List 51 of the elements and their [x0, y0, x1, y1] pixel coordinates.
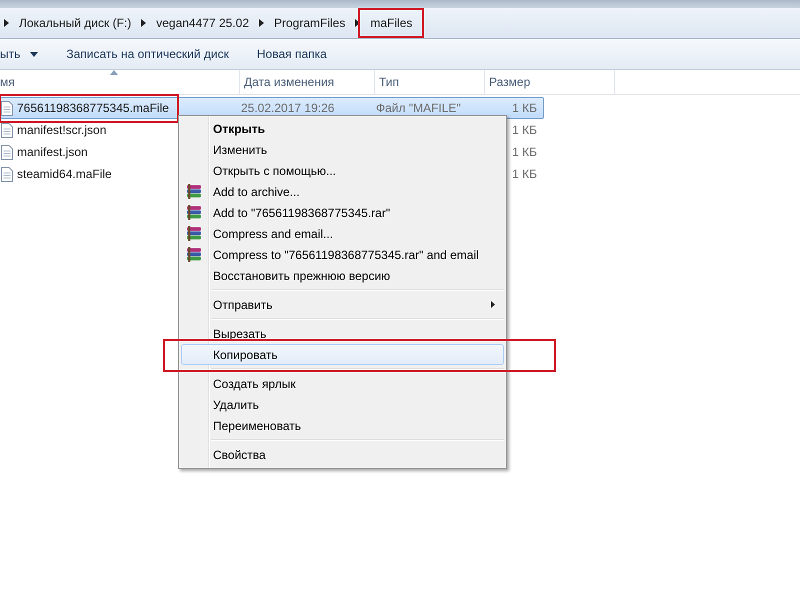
- breadcrumb[interactable]: maFiles: [368, 12, 414, 34]
- file-type: Файл "MAFILE": [376, 101, 462, 115]
- toolbar-button[interactable]: Новая папка: [256, 43, 327, 65]
- books-icon: [186, 205, 202, 220]
- toolbar-button[interactable]: Записать на оптический диск: [66, 43, 229, 65]
- file-icon: [1, 100, 13, 116]
- menu-item[interactable]: Переименовать: [181, 415, 504, 436]
- address-bar[interactable]: Локальный диск (F:) vegan4477 25.02 ProgramFiles maFiles: [0, 8, 800, 39]
- menu-item[interactable]: Вырезать: [181, 323, 504, 344]
- chevron-icon: [141, 19, 146, 27]
- menu-item[interactable]: Изменить: [181, 139, 504, 160]
- menu-item[interactable]: Удалить: [181, 394, 504, 415]
- file-size: 1 КБ: [511, 167, 538, 181]
- books-icon: [186, 247, 202, 262]
- toolbar-button[interactable]: ыть: [0, 43, 38, 65]
- column-header[interactable]: Дата изменения: [240, 70, 375, 94]
- chevron-icon: [4, 19, 9, 27]
- file-name[interactable]: 76561198368775345.maFile: [17, 101, 169, 115]
- file-size: 1 КБ: [511, 145, 538, 159]
- breadcrumb[interactable]: ProgramFiles: [272, 12, 348, 34]
- caret-icon: [30, 52, 38, 56]
- file-name[interactable]: manifest!scr.json: [17, 123, 106, 137]
- chevron-icon: [355, 19, 360, 27]
- menu-item[interactable]: Свойства: [181, 444, 504, 465]
- file-icon: [1, 166, 13, 182]
- file-size: 1 КБ: [511, 101, 538, 115]
- menu-item[interactable]: Открыть: [181, 118, 504, 139]
- menu-item[interactable]: Создать ярлык: [181, 373, 504, 394]
- sort-arrow-icon: [110, 70, 118, 75]
- file-name[interactable]: steamid64.maFile: [17, 167, 112, 181]
- file-name[interactable]: manifest.json: [17, 145, 88, 159]
- submenu-arrow-icon: [491, 301, 495, 308]
- chevron-icon: [259, 19, 264, 27]
- breadcrumb[interactable]: vegan4477 25.02: [154, 12, 251, 34]
- menu-item[interactable]: Отправить: [181, 294, 504, 315]
- books-icon: [186, 184, 202, 199]
- column-header[interactable]: Тип: [375, 70, 485, 94]
- breadcrumb[interactable]: Локальный диск (F:): [17, 12, 134, 34]
- menu-item[interactable]: Add to archive...: [181, 181, 504, 202]
- menu-item[interactable]: Compress and email...: [181, 223, 504, 244]
- menu-item[interactable]: Открыть с помощью...: [181, 160, 504, 181]
- file-date: 25.02.2017 19:26: [241, 101, 336, 115]
- file-size: 1 КБ: [511, 123, 538, 137]
- file-icon: [1, 144, 13, 160]
- column-header[interactable]: Размер: [485, 70, 615, 94]
- menu-item[interactable]: Восстановить прежнюю версию: [181, 265, 504, 286]
- file-icon: [1, 122, 13, 138]
- menu-item[interactable]: Копировать: [181, 344, 504, 365]
- menu-item[interactable]: Add to "76561198368775345.rar": [181, 202, 504, 223]
- menu-item[interactable]: Compress to "76561198368775345.rar" and email: [181, 244, 504, 265]
- books-icon: [186, 226, 202, 241]
